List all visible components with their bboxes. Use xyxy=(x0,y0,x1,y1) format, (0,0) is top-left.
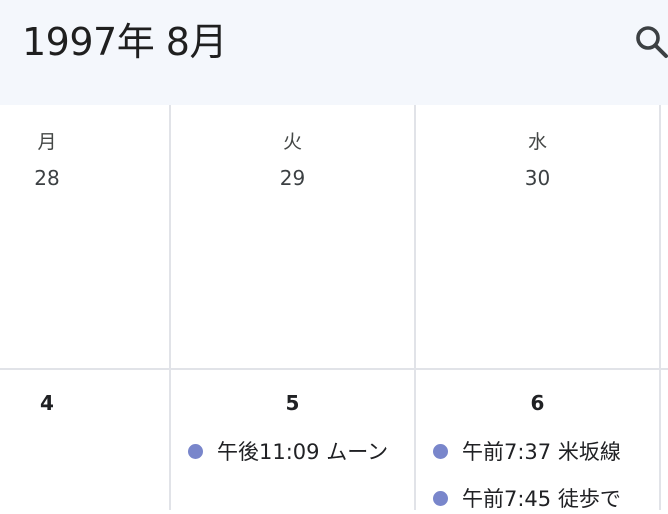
event-color-dot xyxy=(433,443,448,459)
event-color-dot xyxy=(188,443,203,459)
event-label: 午前7:37 米坂線 xyxy=(462,440,621,464)
day-number[interactable]: 5 xyxy=(171,391,414,415)
day-number[interactable]: 4 xyxy=(0,391,94,415)
event-chip[interactable]: 午前7:37 米坂線 xyxy=(433,437,659,467)
day-number[interactable]: 6 xyxy=(416,391,659,415)
calendar-header: 1997年 8月 xyxy=(0,0,668,105)
event-chip[interactable]: 午後11:09 ムーン xyxy=(188,437,410,467)
month-grid: 月 28 火 29 水 30 4 5 6 午後11:09 ムーン 午前7:37 … xyxy=(0,105,668,511)
event-color-dot xyxy=(433,490,448,506)
day-cell-4[interactable]: 4 xyxy=(0,105,94,510)
event-label: 午後11:09 ムーン xyxy=(217,440,389,464)
month-title[interactable]: 1997年 8月 xyxy=(22,14,227,70)
search-icon[interactable] xyxy=(633,22,668,62)
column-divider xyxy=(659,105,661,510)
event-label: 午前7:45 徒歩で xyxy=(462,487,621,511)
